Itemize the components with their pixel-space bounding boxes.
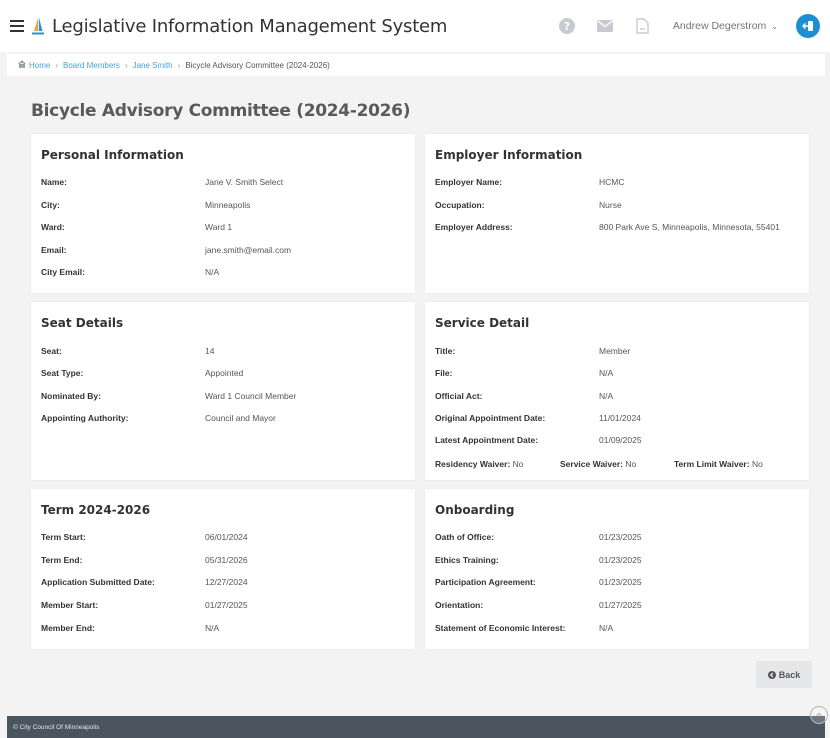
info-row: Employer Address: 800 Park Ave S, Minneap… xyxy=(435,222,780,232)
service-detail-card: Service Detail Title: Member File: N/A Off… xyxy=(425,302,809,480)
header-actions: ? Andrew Degerstrom ⌄ xyxy=(558,0,820,52)
onboarding-card: Onboarding Oath of Office: 01/23/2025 Eth… xyxy=(425,489,809,649)
info-row: Email: jane.smith@email.com xyxy=(41,245,292,255)
info-row: Oath of Office: 01/23/2025 xyxy=(435,532,642,542)
info-row: Official Act: N/A xyxy=(435,391,614,401)
card-title: Term 2024-2026 xyxy=(41,503,151,517)
info-row: Seat Type: Appointed xyxy=(41,368,244,378)
employer-information-card: Employer Information Employer Name: HCMC … xyxy=(425,134,809,293)
mail-icon[interactable] xyxy=(596,18,613,34)
back-label: Back xyxy=(778,669,801,680)
back-arrow-icon xyxy=(767,670,776,679)
back-button[interactable]: Back xyxy=(756,661,812,688)
info-row: Ward: Ward 1 xyxy=(41,222,233,232)
seat-details-card: Seat Details Seat: 14 Seat Type: Appointed… xyxy=(31,302,415,480)
personal-information-card: Personal Information Name: Jane V. Smith … xyxy=(31,134,415,293)
term-limit-waiver: Term Limit Waiver: No xyxy=(674,459,763,469)
info-row: Application Submitted Date: 12/27/2024 xyxy=(41,577,248,587)
menu-icon[interactable] xyxy=(10,20,24,32)
breadcrumb-member[interactable]: Jane Smith xyxy=(133,61,173,70)
page-title: Bicycle Advisory Committee (2024-2026) xyxy=(31,101,411,121)
card-title: Onboarding xyxy=(435,503,515,517)
app-title: Legislative Information Management Syste… xyxy=(52,15,448,37)
top-header: Legislative Information Management Syste… xyxy=(0,0,830,52)
card-title: Employer Information xyxy=(435,148,583,162)
info-row: Appointing Authority: Council and Mayor xyxy=(41,413,276,423)
info-row: Name: Jane V. Smith Select xyxy=(41,177,284,187)
info-row: Occupation: Nurse xyxy=(435,200,622,210)
logo-icon xyxy=(32,17,44,35)
chevron-right-icon: › xyxy=(55,60,59,70)
info-row: Seat: 14 xyxy=(41,346,215,356)
term-card: Term 2024-2026 Term Start: 06/01/2024 Ter… xyxy=(31,489,415,649)
arrow-up-icon xyxy=(816,712,822,717)
info-row: Term End: 05/31/2026 xyxy=(41,555,248,565)
user-menu[interactable]: Andrew Degerstrom ⌄ xyxy=(673,20,778,32)
document-icon[interactable] xyxy=(635,18,651,34)
help-icon[interactable]: ? xyxy=(558,18,575,34)
residency-waiver: Residency Waiver: No xyxy=(435,459,524,469)
card-title: Service Detail xyxy=(435,316,530,330)
scroll-top-button[interactable] xyxy=(810,706,828,724)
logout-button[interactable] xyxy=(796,14,820,38)
service-waiver: Service Waiver: No xyxy=(560,459,637,469)
info-row: File: N/A xyxy=(435,368,614,378)
user-name: Andrew Degerstrom xyxy=(672,20,767,32)
info-row: Member Start: 01/27/2025 xyxy=(41,600,248,610)
info-row: City: Minneapolis xyxy=(41,200,251,210)
footer-text: © City Council Of Minneapolis xyxy=(13,723,100,731)
breadcrumb-board-members[interactable]: Board Members xyxy=(63,61,120,70)
home-icon[interactable] xyxy=(18,60,26,70)
info-row: Nominated By: Ward 1 Council Member xyxy=(41,391,297,401)
logout-icon xyxy=(802,21,813,31)
info-row: Employer Name: HCMC xyxy=(435,177,625,187)
waiver-row: Residency Waiver: No Service Waiver: No … xyxy=(435,459,799,471)
info-row: Term Start: 06/01/2024 xyxy=(41,532,248,542)
info-row: Title: Member xyxy=(435,346,631,356)
info-row: Participation Agreement: 01/23/2025 xyxy=(435,577,642,587)
breadcrumb-current: Bicycle Advisory Committee (2024-2026) xyxy=(185,60,330,70)
footer: © City Council Of Minneapolis xyxy=(7,716,825,738)
info-row: Latest Appointment Date: 01/09/2025 xyxy=(435,435,642,445)
chevron-right-icon: › xyxy=(124,60,128,70)
breadcrumb-home[interactable]: Home xyxy=(29,61,50,70)
breadcrumb: Home › Board Members › Jane Smith › Bicy… xyxy=(7,54,825,76)
info-row: Original Appointment Date: 11/01/2024 xyxy=(435,413,641,423)
info-row: Orientation: 01/27/2025 xyxy=(435,600,642,610)
info-row: Member End: N/A xyxy=(41,623,220,633)
info-row: Ethics Training: 01/23/2025 xyxy=(435,555,642,565)
chevron-right-icon: › xyxy=(177,60,181,70)
card-title: Seat Details xyxy=(41,316,124,330)
chevron-down-icon: ⌄ xyxy=(771,21,778,31)
info-row: City Email: N/A xyxy=(41,267,220,277)
card-title: Personal Information xyxy=(41,148,184,162)
info-row: Statement of Economic Interest: N/A xyxy=(435,623,614,633)
